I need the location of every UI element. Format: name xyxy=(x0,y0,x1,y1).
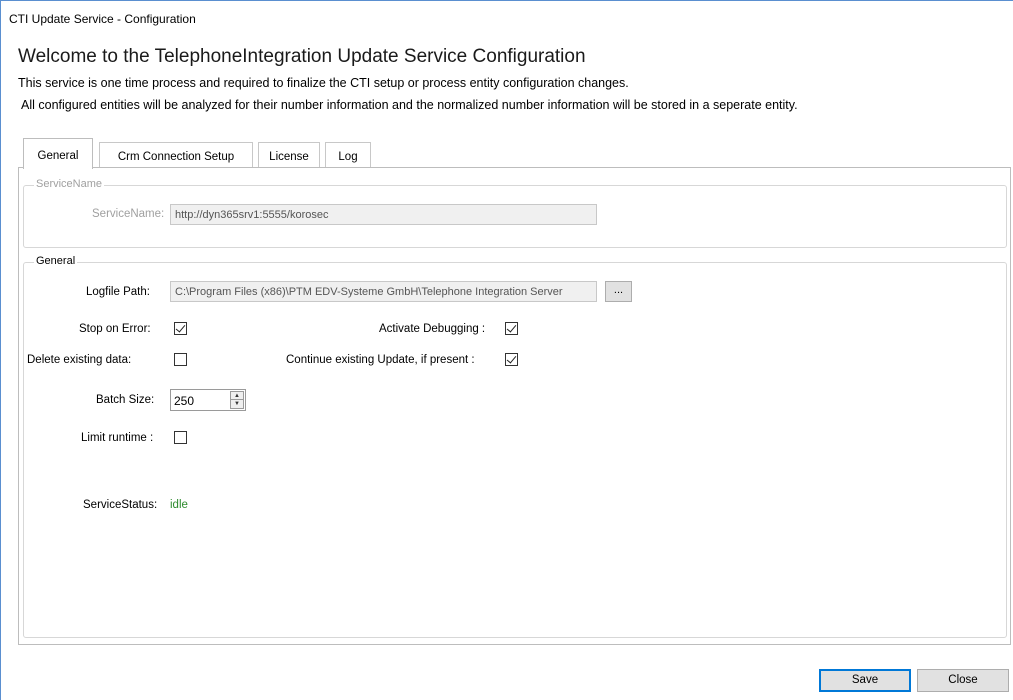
logfile-path-label: Logfile Path: xyxy=(86,286,150,298)
stop-on-error-checkbox[interactable] xyxy=(174,322,187,335)
close-button[interactable]: Close xyxy=(917,669,1009,692)
continue-existing-label: Continue existing Update, if present : xyxy=(286,354,475,366)
delete-existing-label: Delete existing data: xyxy=(27,354,132,366)
description-line-1: This service is one time process and req… xyxy=(18,76,629,90)
servicename-group-title: ServiceName xyxy=(34,178,105,190)
limit-runtime-checkbox[interactable] xyxy=(174,431,187,444)
stop-on-error-label: Stop on Error: xyxy=(79,323,151,335)
service-status-value: idle xyxy=(170,499,188,511)
activate-debugging-checkbox[interactable] xyxy=(505,322,518,335)
window-title: CTI Update Service - Configuration xyxy=(9,12,196,26)
servicename-label: ServiceName: xyxy=(92,208,165,220)
general-group: General Logfile Path: C:\Program Files (… xyxy=(23,255,1007,638)
batch-size-value: 250 xyxy=(174,394,195,408)
general-group-title: General xyxy=(34,255,78,267)
delete-existing-checkbox[interactable] xyxy=(174,353,187,366)
logfile-path-field[interactable]: C:\Program Files (x86)\PTM EDV-Systeme G… xyxy=(170,281,597,302)
spin-down-icon[interactable]: ▼ xyxy=(231,400,243,408)
limit-runtime-label: Limit runtime : xyxy=(81,432,154,444)
servicename-group: ServiceName ServiceName: http://dyn365sr… xyxy=(23,178,1007,248)
tab-crm-connection-setup[interactable]: Crm Connection Setup xyxy=(99,142,253,168)
tab-general-panel: ServiceName ServiceName: http://dyn365sr… xyxy=(18,167,1011,645)
batch-size-spin[interactable]: ▲ ▼ xyxy=(230,391,244,409)
activate-debugging-label: Activate Debugging : xyxy=(379,323,486,335)
tab-license[interactable]: License xyxy=(258,142,320,168)
service-status-label: ServiceStatus: xyxy=(83,499,158,511)
save-button[interactable]: Save xyxy=(819,669,911,692)
page-heading: Welcome to the TelephoneIntegration Upda… xyxy=(18,46,586,67)
tab-general[interactable]: General xyxy=(23,138,93,169)
config-window: CTI Update Service - Configuration Welco… xyxy=(0,0,1013,700)
batch-size-label: Batch Size: xyxy=(96,394,155,406)
batch-size-stepper[interactable]: 250 ▲ ▼ xyxy=(170,389,246,411)
browse-button[interactable]: ... xyxy=(605,281,632,302)
spin-up-icon[interactable]: ▲ xyxy=(231,392,243,400)
continue-existing-checkbox[interactable] xyxy=(505,353,518,366)
tab-log[interactable]: Log xyxy=(325,142,371,168)
servicename-field[interactable]: http://dyn365srv1:5555/korosec xyxy=(170,204,597,225)
description-line-2: All configured entities will be analyzed… xyxy=(21,98,798,112)
